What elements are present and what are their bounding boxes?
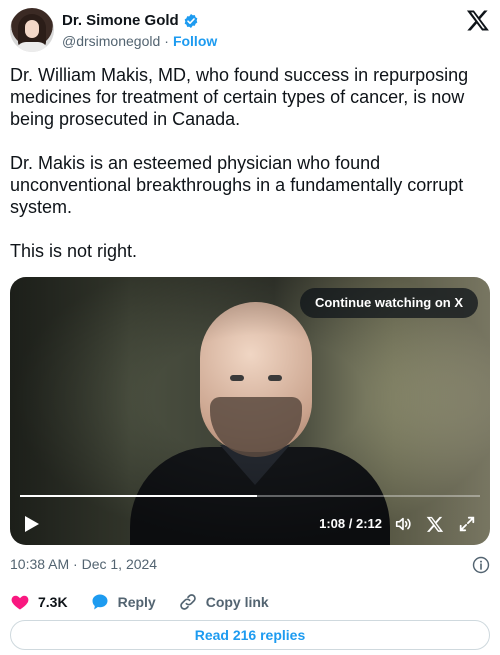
- reply-bubble-icon: [92, 594, 108, 610]
- play-icon[interactable]: [24, 515, 40, 533]
- read-replies-button[interactable]: Read 216 replies: [10, 620, 490, 650]
- author-handle[interactable]: @drsimonegold: [62, 33, 160, 49]
- expand-icon[interactable]: [458, 515, 476, 533]
- separator-dot: ·: [164, 33, 169, 49]
- tweet-header: Dr. Simone Gold @drsimonegold · Follow: [10, 6, 490, 54]
- heart-icon: [11, 595, 29, 610]
- tweet-timestamp[interactable]: 10:38 AM · Dec 1, 2024: [10, 556, 157, 572]
- follow-button[interactable]: Follow: [173, 33, 217, 49]
- reply-label: Reply: [117, 594, 156, 610]
- video-player[interactable]: Continue watching on X 1:08 / 2:12: [10, 277, 490, 545]
- tweet-text: Dr. William Makis, MD, who found success…: [10, 65, 469, 261]
- avatar[interactable]: [10, 8, 54, 52]
- video-progress-bar[interactable]: [20, 495, 480, 497]
- link-icon: [179, 594, 196, 610]
- author-name-row: Dr. Simone Gold: [62, 12, 199, 29]
- x-logo-icon[interactable]: [466, 8, 490, 32]
- tweet-actions: 7.3K Reply Copy link: [10, 590, 490, 614]
- video-progress-fill: [20, 495, 257, 497]
- like-count: 7.3K: [38, 594, 68, 610]
- video-time: 1:08 / 2:12: [319, 516, 382, 531]
- reply-button[interactable]: Reply: [90, 592, 156, 612]
- like-button[interactable]: 7.3K: [10, 592, 68, 612]
- copy-link-label: Copy link: [205, 594, 269, 610]
- info-icon[interactable]: [472, 556, 490, 574]
- author-handle-row: @drsimonegold · Follow: [62, 33, 217, 49]
- author-display-name[interactable]: Dr. Simone Gold: [62, 12, 179, 29]
- volume-icon[interactable]: [394, 515, 412, 533]
- x-logo-icon[interactable]: [426, 515, 444, 533]
- continue-watching-button[interactable]: Continue watching on X: [299, 288, 478, 318]
- verified-badge-icon: [184, 13, 198, 28]
- copy-link-button[interactable]: Copy link: [178, 592, 269, 612]
